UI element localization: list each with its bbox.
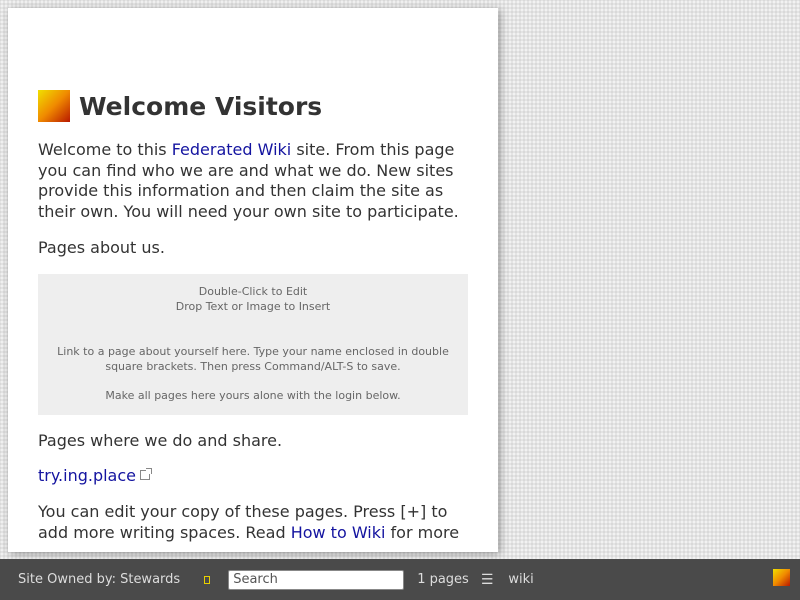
federated-wiki-link[interactable]: Federated Wiki bbox=[172, 140, 292, 159]
intro-text-before: Welcome to this bbox=[38, 140, 172, 159]
site-owner: Site Owned by: Stewards bbox=[18, 572, 181, 587]
factory-login-note: Make all pages here yours alone with the… bbox=[105, 388, 401, 402]
factory-instruction: Link to a page about yourself here. Type… bbox=[57, 344, 449, 373]
external-link-paragraph: try.ing.place bbox=[38, 466, 468, 487]
wiki-page: Welcome Visitors Welcome to this Federat… bbox=[8, 8, 498, 552]
trash-icon[interactable] bbox=[204, 575, 211, 584]
pages-about-us: Pages about us. bbox=[38, 237, 165, 257]
site-flag-small-icon[interactable] bbox=[773, 569, 790, 586]
how-to-wiki-link[interactable]: How to Wiki bbox=[291, 523, 386, 542]
try-ing-place-link[interactable]: try.ing.place bbox=[38, 466, 136, 485]
site-flag-icon[interactable] bbox=[38, 90, 70, 122]
page-title: Welcome Visitors bbox=[79, 91, 323, 121]
pages-count[interactable]: 1 pages bbox=[417, 572, 469, 587]
page-header: Welcome Visitors bbox=[38, 90, 468, 122]
factory-hint-edit: Double-Click to Edit bbox=[198, 284, 308, 298]
factory-item[interactable]: Double-Click to Edit Drop Text or Image … bbox=[38, 273, 468, 415]
factory-hint-drop: Drop Text or Image to Insert bbox=[175, 299, 331, 313]
edit-note-paragraph: You can edit your copy of these pages. P… bbox=[38, 502, 468, 543]
page-content: Welcome Visitors Welcome to this Federat… bbox=[8, 8, 498, 543]
list-icon[interactable]: ☰ bbox=[481, 572, 494, 588]
pages-where-we-share: Pages where we do and share. bbox=[38, 430, 283, 450]
wiki-label[interactable]: wiki bbox=[508, 572, 533, 587]
intro-paragraph: Welcome to this Federated Wiki site. Fro… bbox=[38, 140, 468, 223]
edit-note-after: for more bbox=[385, 522, 460, 542]
external-link-icon bbox=[140, 468, 152, 481]
factory-hint: Double-Click to Edit Drop Text or Image … bbox=[50, 284, 456, 314]
footer-bar: Site Owned by: Stewards 1 pages ☰ wiki bbox=[0, 559, 800, 600]
search-input[interactable] bbox=[228, 569, 405, 590]
